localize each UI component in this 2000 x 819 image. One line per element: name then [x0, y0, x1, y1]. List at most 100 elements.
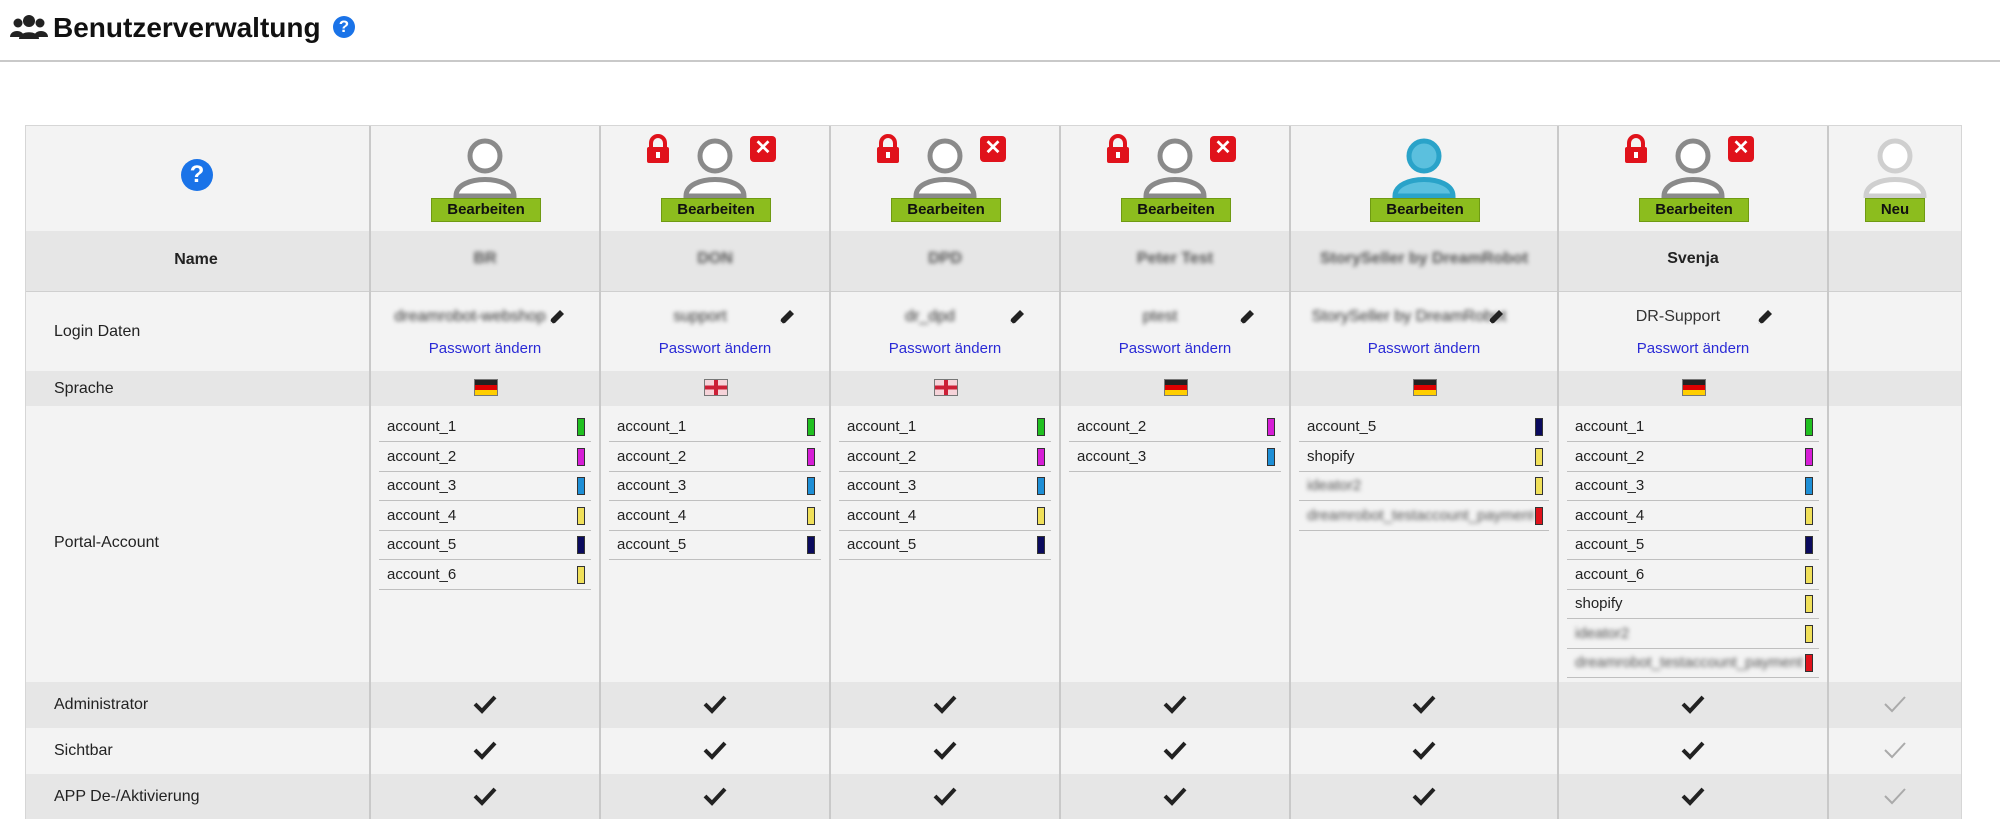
- checkmark-icon[interactable]: [703, 740, 727, 760]
- checkmark-icon[interactable]: [703, 786, 727, 806]
- portal-account-item[interactable]: account_1: [1567, 412, 1819, 442]
- checkmark-icon[interactable]: [1681, 694, 1705, 714]
- checkmark-icon[interactable]: [1681, 786, 1705, 806]
- change-password-link[interactable]: Passwort ändern: [371, 340, 599, 357]
- checkmark-icon[interactable]: [1412, 694, 1436, 714]
- edit-user-button[interactable]: Bearbeiten: [891, 198, 1001, 222]
- portal-account-item[interactable]: shopify: [1299, 442, 1549, 472]
- new-user-button[interactable]: Neu: [1865, 198, 1925, 222]
- flag-uk-icon[interactable]: [934, 379, 958, 396]
- checkmark-icon[interactable]: [473, 786, 497, 806]
- portal-account-item[interactable]: shopify: [1567, 589, 1819, 619]
- user-column: ✕ Bearbeiten Peter Test ptest Passwort änder…: [1061, 126, 1289, 819]
- user-name: BR: [473, 250, 497, 267]
- portal-account-item[interactable]: account_3: [839, 471, 1051, 501]
- portal-account-item[interactable]: account_3: [1069, 442, 1281, 472]
- flag-uk-icon[interactable]: [704, 379, 728, 396]
- checkmark-icon[interactable]: [1163, 786, 1187, 806]
- delete-user-icon[interactable]: ✕: [1210, 136, 1236, 162]
- delete-user-icon[interactable]: ✕: [980, 136, 1006, 162]
- edit-user-button[interactable]: Bearbeiten: [431, 198, 541, 222]
- checkmark-icon[interactable]: [933, 786, 957, 806]
- lock-icon[interactable]: [645, 134, 671, 164]
- edit-user-button[interactable]: Bearbeiten: [1639, 198, 1749, 222]
- checkmark-icon[interactable]: [933, 740, 957, 760]
- checkmark-icon[interactable]: [933, 694, 957, 714]
- portal-account-item[interactable]: dreamrobot_testaccount_payments: [1567, 648, 1819, 678]
- account-color-swatch: [1805, 418, 1813, 436]
- portal-account-item[interactable]: account_1: [379, 412, 591, 442]
- help-icon[interactable]: ?: [333, 16, 355, 38]
- change-password-link[interactable]: Passwort ändern: [1559, 340, 1827, 357]
- delete-user-icon[interactable]: ✕: [1728, 136, 1754, 162]
- flag-de-icon[interactable]: [1164, 379, 1188, 396]
- portal-account-item[interactable]: dreamrobot_testaccount_payments: [1299, 501, 1549, 531]
- portal-account-item[interactable]: account_4: [379, 501, 591, 531]
- portal-account-item[interactable]: account_3: [609, 471, 821, 501]
- checkmark-icon[interactable]: [1412, 786, 1436, 806]
- pencil-icon[interactable]: [777, 307, 797, 327]
- portal-account-item[interactable]: account_1: [839, 412, 1051, 442]
- portal-account-item[interactable]: account_4: [839, 501, 1051, 531]
- pencil-icon[interactable]: [1237, 307, 1257, 327]
- users-group-icon: [10, 15, 48, 39]
- pencil-icon[interactable]: [547, 307, 567, 327]
- checkmark-icon[interactable]: [473, 740, 497, 760]
- flag-de-icon[interactable]: [474, 379, 498, 396]
- portal-account-item[interactable]: account_2: [839, 442, 1051, 472]
- portal-account-item[interactable]: account_5: [609, 530, 821, 560]
- portal-account-item[interactable]: ideator2: [1567, 619, 1819, 649]
- account-color-swatch: [1535, 477, 1543, 495]
- flag-de-icon[interactable]: [1682, 379, 1706, 396]
- portal-account-item[interactable]: account_5: [839, 530, 1051, 560]
- lock-icon[interactable]: [1105, 134, 1131, 164]
- account-name: account_5: [1307, 418, 1377, 435]
- pencil-icon[interactable]: [1755, 307, 1775, 327]
- pencil-icon[interactable]: [1007, 307, 1027, 327]
- checkmark-icon[interactable]: [1163, 694, 1187, 714]
- edit-user-button[interactable]: Bearbeiten: [1370, 198, 1480, 222]
- portal-account-item[interactable]: account_3: [379, 471, 591, 501]
- portal-account-item[interactable]: account_4: [1567, 501, 1819, 531]
- user-avatar-icon: [1661, 138, 1725, 198]
- table-help-icon[interactable]: ?: [181, 159, 213, 191]
- account-name: account_2: [617, 447, 687, 465]
- edit-user-button[interactable]: Bearbeiten: [1121, 198, 1231, 222]
- portal-account-item[interactable]: account_2: [1069, 412, 1281, 442]
- account-color-swatch: [577, 536, 585, 554]
- portal-account-item[interactable]: account_2: [379, 442, 591, 472]
- portal-account-item[interactable]: account_2: [1567, 442, 1819, 472]
- account-color-swatch: [807, 536, 815, 554]
- account-name: account_3: [617, 477, 687, 494]
- portal-account-item[interactable]: account_4: [609, 501, 821, 531]
- portal-account-item[interactable]: ideator2: [1299, 471, 1549, 501]
- account-name: account_4: [387, 506, 457, 524]
- account-name: account_1: [847, 418, 917, 435]
- checkmark-icon[interactable]: [1163, 740, 1187, 760]
- checkmark-icon[interactable]: [703, 694, 727, 714]
- change-password-link[interactable]: Passwort ändern: [1061, 340, 1289, 357]
- portal-account-item[interactable]: account_5: [1299, 412, 1549, 442]
- edit-user-button[interactable]: Bearbeiten: [661, 198, 771, 222]
- change-password-link[interactable]: Passwort ändern: [1291, 340, 1557, 357]
- pencil-icon[interactable]: [1486, 307, 1506, 327]
- portal-account-item[interactable]: account_6: [1567, 560, 1819, 590]
- flag-de-icon[interactable]: [1413, 379, 1437, 396]
- lock-icon[interactable]: [875, 134, 901, 164]
- change-password-link[interactable]: Passwort ändern: [601, 340, 829, 357]
- portal-account-item[interactable]: account_2: [609, 442, 821, 472]
- change-password-link[interactable]: Passwort ändern: [831, 340, 1059, 357]
- lock-icon[interactable]: [1623, 134, 1649, 164]
- portal-account-item[interactable]: account_5: [379, 530, 591, 560]
- delete-user-icon[interactable]: ✕: [750, 136, 776, 162]
- checkmark-icon[interactable]: [1412, 740, 1436, 760]
- portal-account-item[interactable]: account_6: [379, 560, 591, 590]
- checkmark-icon[interactable]: [473, 694, 497, 714]
- app-row-label: APP De-/Aktivierung: [54, 788, 200, 805]
- portal-account-item[interactable]: account_3: [1567, 471, 1819, 501]
- account-name: account_3: [387, 477, 457, 494]
- portal-account-item[interactable]: account_5: [1567, 530, 1819, 560]
- portal-account-item[interactable]: account_1: [609, 412, 821, 442]
- account-color-swatch: [1805, 595, 1813, 613]
- checkmark-icon[interactable]: [1681, 740, 1705, 760]
